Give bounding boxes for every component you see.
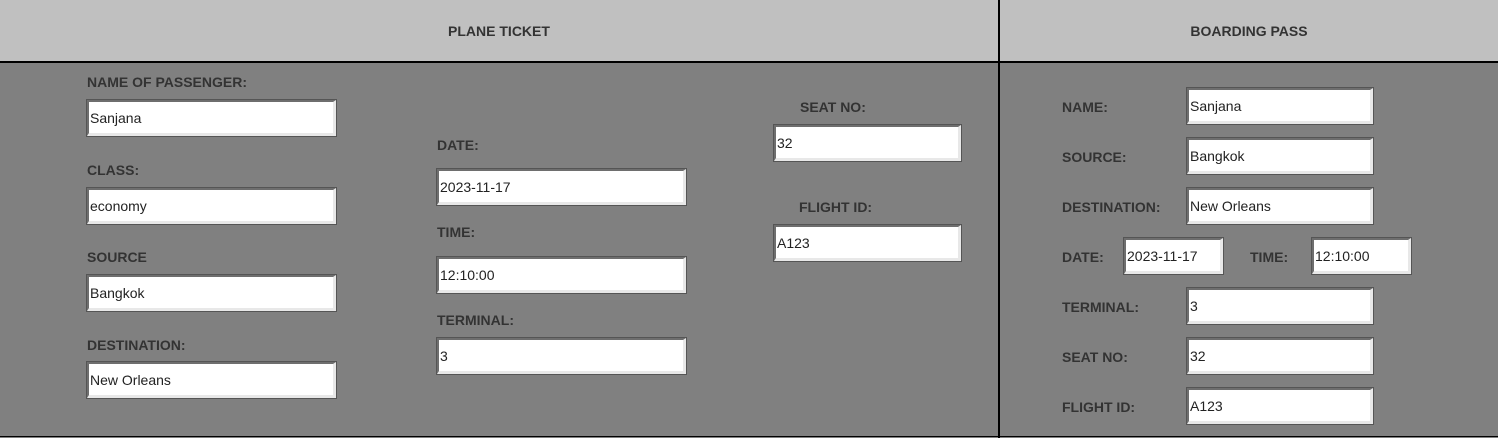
plane-ticket-header: PLANE TICKET: [0, 0, 998, 63]
passenger-name-field[interactable]: [86, 99, 337, 137]
terminal-label: TERMINAL:: [437, 312, 514, 328]
seat-field[interactable]: [773, 124, 962, 162]
bp-flight-label: FLIGHT ID:: [1062, 399, 1136, 415]
bp-name-label: NAME:: [1062, 99, 1108, 115]
boarding-pass-title: BOARDING PASS: [1190, 22, 1308, 39]
bp-time-label: TIME:: [1250, 249, 1289, 265]
class-label: CLASS:: [87, 162, 140, 178]
bottom-border: [0, 436, 1498, 437]
destination-label: DESTINATION:: [87, 337, 186, 353]
bp-seat-label: SEAT NO:: [1062, 349, 1128, 365]
bp-date-label: DATE:: [1062, 249, 1104, 265]
plane-ticket-title: PLANE TICKET: [448, 22, 550, 39]
class-field[interactable]: [86, 187, 337, 225]
bp-terminal-label: TERMINAL:: [1062, 299, 1139, 315]
bp-source-label: SOURCE:: [1062, 149, 1127, 165]
source-label: SOURCE: [87, 249, 147, 265]
date-field[interactable]: [436, 168, 687, 206]
bp-name-field[interactable]: [1186, 87, 1374, 125]
terminal-field[interactable]: [436, 337, 687, 375]
passenger-name-label: NAME OF PASSENGER:: [87, 74, 247, 90]
bp-terminal-field[interactable]: [1186, 287, 1374, 325]
panel-divider: [998, 0, 1000, 438]
bp-destination-field[interactable]: [1186, 187, 1374, 225]
flight-field[interactable]: [773, 224, 962, 262]
destination-field[interactable]: [86, 361, 337, 399]
bp-flight-field[interactable]: [1186, 387, 1374, 425]
flight-label: FLIGHT ID:: [799, 199, 873, 215]
time-label: TIME:: [437, 224, 476, 240]
bp-time-field[interactable]: [1311, 237, 1412, 275]
seat-label: SEAT NO:: [800, 99, 866, 115]
bp-date-field[interactable]: [1123, 237, 1224, 275]
date-label: DATE:: [437, 137, 479, 153]
time-field[interactable]: [436, 256, 687, 294]
boarding-pass-header: BOARDING PASS: [1000, 0, 1498, 63]
bp-seat-field[interactable]: [1186, 337, 1374, 375]
bp-destination-label: DESTINATION:: [1062, 199, 1161, 215]
bp-source-field[interactable]: [1186, 137, 1374, 175]
source-field[interactable]: [86, 274, 337, 312]
